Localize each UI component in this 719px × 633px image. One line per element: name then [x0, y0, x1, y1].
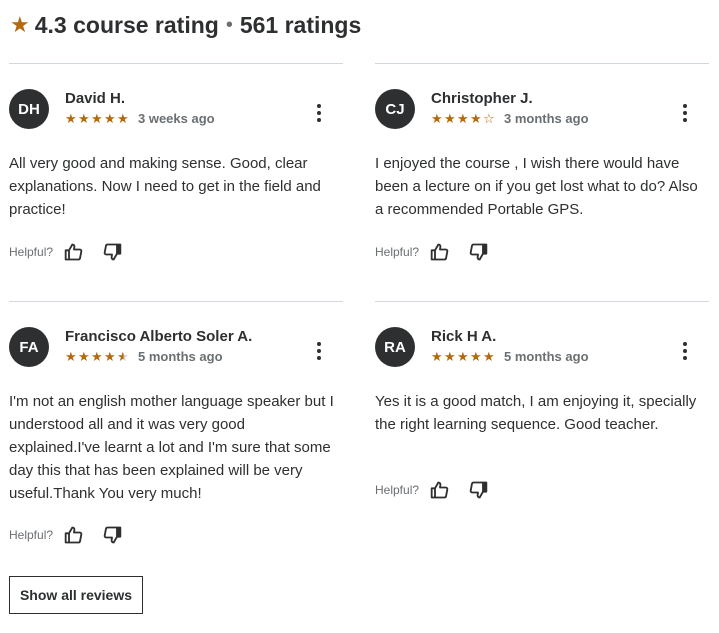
reviewer-name: Christopher J. [431, 90, 533, 107]
avatar: CJ [375, 89, 415, 129]
star-full-icon: ★ [65, 111, 77, 126]
star-full-icon: ★ [431, 349, 443, 364]
star-full-icon: ★ [483, 349, 495, 364]
star-full-icon: ★ [457, 349, 469, 364]
star-full-icon: ★ [117, 111, 129, 126]
thumbs-up-icon[interactable] [429, 479, 451, 501]
helpful-row: Helpful? [9, 241, 139, 263]
review-meta: ★ ★ ★ ★ ★ 5 months ago [431, 349, 589, 364]
avatar: RA [375, 327, 415, 367]
star-full-icon: ★ [91, 349, 103, 364]
star-rating: ★ ★ ★ ★ ★ [431, 350, 496, 363]
thumbs-down-icon[interactable] [467, 241, 489, 263]
star-rating: ★ ★ ★ ★ ★ [65, 350, 130, 363]
star-full-icon: ★ [65, 349, 77, 364]
star-empty-icon: ☆ [483, 111, 495, 126]
review-card: DH David H. ★ ★ ★ ★ ★ 3 weeks ago All very g… [9, 63, 343, 293]
star-rating: ★ ★ ★ ★ ★ [65, 112, 130, 125]
reviewer-name: Francisco Alberto Soler A. [65, 328, 253, 345]
reviewer-name: David H. [65, 90, 126, 107]
avatar: FA [9, 327, 49, 367]
divider [375, 301, 709, 302]
review-meta: ★ ★ ★ ★ ☆ 3 months ago [431, 111, 589, 126]
thumbs-down-icon[interactable] [101, 524, 123, 546]
star-icon: ★ [10, 12, 30, 37]
star-full-icon: ★ [91, 111, 103, 126]
thumbs-down-icon[interactable] [467, 479, 489, 501]
show-all-reviews-button[interactable]: Show all reviews [9, 576, 143, 614]
more-options-icon[interactable] [675, 341, 695, 361]
star-rating: ★ ★ ★ ★ ☆ [431, 112, 496, 125]
star-full-icon: ★ [444, 349, 456, 364]
star-full-icon: ★ [470, 111, 482, 126]
star-full-icon: ★ [104, 111, 116, 126]
helpful-row: Helpful? [9, 524, 139, 546]
review-card: RA Rick H A. ★ ★ ★ ★ ★ 5 months ago Yes it i… [375, 301, 709, 531]
thumbs-up-icon[interactable] [429, 241, 451, 263]
divider [375, 63, 709, 64]
avatar: DH [9, 89, 49, 129]
star-full-icon: ★ [78, 111, 90, 126]
thumbs-up-icon[interactable] [63, 524, 85, 546]
divider [9, 301, 343, 302]
review-date: 5 months ago [504, 349, 589, 364]
review-date: 3 weeks ago [138, 111, 215, 126]
review-text: I'm not an english mother language speak… [9, 393, 334, 502]
helpful-row: Helpful? [375, 479, 505, 501]
star-full-icon: ★ [470, 349, 482, 364]
thumbs-up-icon[interactable] [63, 241, 85, 263]
review-meta: ★ ★ ★ ★ ★ 5 months ago [65, 349, 223, 364]
review-card: FA Francisco Alberto Soler A. ★ ★ ★ ★ ★ 5 mo… [9, 301, 343, 561]
star-full-icon: ★ [104, 349, 116, 364]
star-full-icon: ★ [457, 111, 469, 126]
ratings-count: 561 ratings [239, 11, 362, 38]
divider [9, 63, 343, 64]
helpful-row: Helpful? [375, 241, 505, 263]
helpful-label: Helpful? [9, 245, 54, 259]
helpful-label: Helpful? [9, 528, 54, 542]
review-text: Yes it is a good match, I am enjoying it… [375, 393, 697, 433]
review-text: All very good and making sense. Good, cl… [9, 155, 321, 218]
helpful-label: Helpful? [375, 245, 420, 259]
more-options-icon[interactable] [309, 103, 329, 123]
more-options-icon[interactable] [675, 103, 695, 123]
course-rating-header: ★ 4.3 course rating • 561 ratings [10, 9, 361, 41]
review-meta: ★ ★ ★ ★ ★ 3 weeks ago [65, 111, 215, 126]
star-full-icon: ★ [444, 111, 456, 126]
more-options-icon[interactable] [309, 341, 329, 361]
review-text: I enjoyed the course , I wish there woul… [375, 155, 698, 218]
helpful-label: Helpful? [375, 483, 420, 497]
review-card: CJ Christopher J. ★ ★ ★ ★ ☆ 3 months ago I e… [375, 63, 709, 293]
star-half-icon: ★ [117, 349, 129, 364]
separator-dot: • [225, 13, 233, 36]
thumbs-down-icon[interactable] [101, 241, 123, 263]
star-full-icon: ★ [431, 111, 443, 126]
course-rating-text: 4.3 course rating [34, 11, 219, 38]
review-date: 3 months ago [504, 111, 589, 126]
star-full-icon: ★ [78, 349, 90, 364]
review-date: 5 months ago [138, 349, 223, 364]
reviewer-name: Rick H A. [431, 328, 497, 345]
